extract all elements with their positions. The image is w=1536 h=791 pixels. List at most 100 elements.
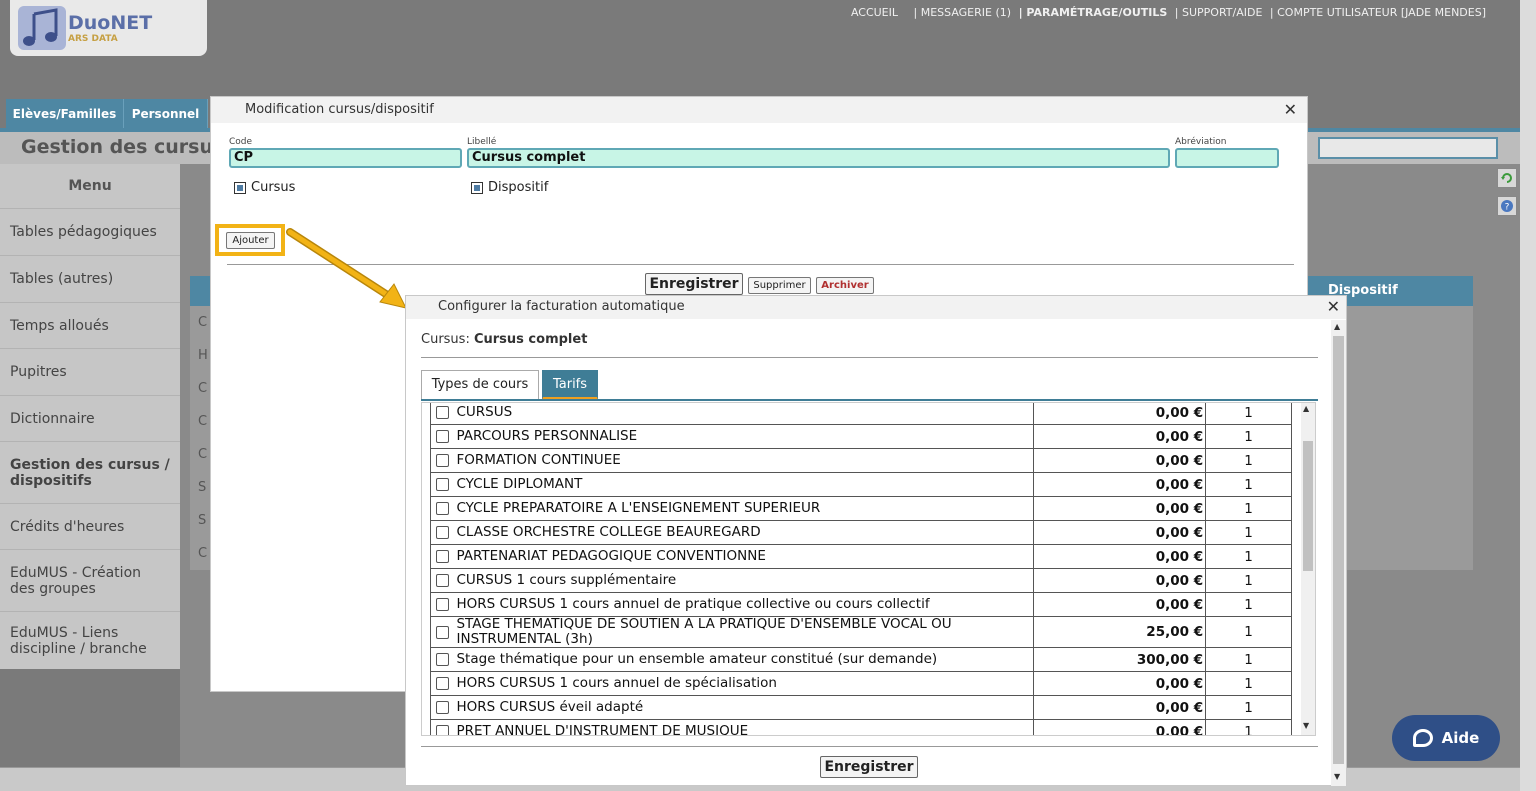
nav-messagerie[interactable]: | MESSAGERIE (1) bbox=[914, 6, 1012, 19]
libelle-field[interactable]: Cursus complet bbox=[467, 148, 1170, 168]
row-checkbox-cell bbox=[430, 568, 455, 593]
row-quantity: 1 bbox=[1205, 520, 1292, 545]
help-chat-label: Aide bbox=[1441, 729, 1480, 747]
row-quantity: 1 bbox=[1205, 695, 1292, 720]
facturation-dialog: Configurer la facturation automatique ✕ … bbox=[405, 295, 1347, 786]
sidebar-item-credits-heures[interactable]: Crédits d'heures bbox=[0, 503, 180, 549]
tarif-row[interactable]: HORS CURSUS 1 cours annuel de spécialisa… bbox=[430, 671, 1292, 696]
logo[interactable]: DuoNET ARS DATA bbox=[10, 0, 207, 56]
grid-scrollbar[interactable]: ▲ ▼ bbox=[1301, 403, 1315, 735]
sidebar-item-tables-pedagogiques[interactable]: Tables pédagogiques bbox=[0, 208, 180, 255]
row-checkbox[interactable] bbox=[436, 653, 450, 666]
scroll-up-icon[interactable]: ▲ bbox=[1303, 404, 1309, 413]
cursus-checkbox-label: Cursus bbox=[251, 180, 296, 195]
tarif-row[interactable]: HORS CURSUS 1 cours annuel de pratique c… bbox=[430, 592, 1292, 617]
code-field[interactable]: CP bbox=[229, 148, 462, 168]
close-icon[interactable]: ✕ bbox=[1327, 297, 1340, 316]
tarif-row[interactable]: FORMATION CONTINUEE 0,00 €1 bbox=[430, 448, 1292, 473]
tab-tarifs[interactable]: Tarifs bbox=[542, 370, 598, 400]
cursus-checkbox[interactable] bbox=[234, 181, 246, 194]
sidebar-item-tables-autres[interactable]: Tables (autres) bbox=[0, 255, 180, 302]
scroll-up-icon[interactable]: ▲ bbox=[1334, 322, 1340, 331]
row-checkbox[interactable] bbox=[436, 701, 450, 714]
tab-eleves-familles[interactable]: Elèves/Familles bbox=[6, 99, 124, 129]
delete-button[interactable]: Supprimer bbox=[748, 277, 811, 294]
row-checkbox[interactable] bbox=[436, 677, 450, 690]
add-button[interactable]: Ajouter bbox=[226, 232, 275, 249]
cursus-info-label: Cursus bbox=[421, 332, 466, 347]
row-checkbox[interactable] bbox=[436, 625, 450, 639]
sidebar-item-pupitres[interactable]: Pupitres bbox=[0, 348, 180, 395]
dispositif-checkbox-line[interactable]: Dispositif bbox=[471, 180, 548, 195]
row-label: PRET ANNUEL D'INSTRUMENT DE MUSIQUE bbox=[454, 719, 1035, 735]
page-scrollbar[interactable] bbox=[1520, 0, 1536, 791]
nav-support[interactable]: | SUPPORT/AIDE bbox=[1175, 6, 1263, 19]
row-price: 0,00 € bbox=[1033, 695, 1207, 720]
tarif-row[interactable]: CURSUS 1 cours supplémentaire 0,00 €1 bbox=[430, 568, 1292, 593]
row-checkbox[interactable] bbox=[436, 430, 450, 443]
nav-accueil[interactable]: ACCUEIL bbox=[851, 6, 898, 19]
row-checkbox[interactable] bbox=[436, 550, 450, 563]
row-quantity: 1 bbox=[1205, 647, 1292, 672]
tab-personnel[interactable]: Personnel bbox=[124, 99, 208, 129]
archive-button[interactable]: Archiver bbox=[816, 277, 874, 294]
row-price: 0,00 € bbox=[1033, 403, 1207, 425]
grid-scroll-thumb[interactable] bbox=[1303, 441, 1313, 571]
refresh-icon[interactable] bbox=[1497, 168, 1517, 188]
logo-title: DuoNET bbox=[68, 12, 153, 34]
help-chat-button[interactable]: Aide bbox=[1392, 715, 1500, 761]
dialog2-title: Configurer la facturation automatique bbox=[406, 296, 1346, 319]
tarif-row[interactable]: PARTENARIAT PEDAGOGIQUE CONVENTIONNE 0,00… bbox=[430, 544, 1292, 569]
row-checkbox[interactable] bbox=[436, 454, 450, 467]
row-checkbox[interactable] bbox=[436, 526, 450, 539]
help-icon[interactable]: ? bbox=[1497, 196, 1517, 216]
row-checkbox[interactable] bbox=[436, 478, 450, 491]
tarif-row[interactable]: CURSUS 0,00 €1 bbox=[430, 403, 1292, 425]
row-price: 0,00 € bbox=[1033, 568, 1207, 593]
tarif-row[interactable]: Stage thématique pour un ensemble amateu… bbox=[430, 647, 1292, 672]
filter-input[interactable] bbox=[1318, 137, 1498, 159]
abreviation-field[interactable] bbox=[1175, 148, 1279, 168]
close-icon[interactable]: ✕ bbox=[1284, 100, 1297, 119]
nav-parametrage[interactable]: | PARAMÉTRAGE/OUTILS bbox=[1019, 6, 1168, 19]
row-label: CURSUS 1 cours supplémentaire bbox=[454, 568, 1035, 593]
row-checkbox-cell bbox=[430, 695, 455, 720]
row-checkbox[interactable] bbox=[436, 574, 450, 587]
row-price: 0,00 € bbox=[1033, 592, 1207, 617]
save-button[interactable]: Enregistrer bbox=[645, 273, 743, 295]
row-label: CYCLE PREPARATOIRE A L'ENSEIGNEMENT SUPE… bbox=[454, 496, 1035, 521]
sidebar-item-temps-alloues[interactable]: Temps alloués bbox=[0, 302, 180, 348]
dialog2-scroll-thumb[interactable] bbox=[1333, 336, 1344, 764]
row-checkbox[interactable] bbox=[436, 725, 450, 735]
tarif-row[interactable]: PARCOURS PERSONNALISE 0,00 €1 bbox=[430, 424, 1292, 449]
save-tarifs-button[interactable]: Enregistrer bbox=[820, 756, 918, 778]
tarif-row[interactable]: STAGE THEMATIQUE DE SOUTIEN A LA PRATIQU… bbox=[430, 616, 1292, 648]
sidebar-item-gestion-cursus[interactable]: Gestion des cursus / dispositifs bbox=[0, 441, 180, 503]
sidebar-item-dictionnaire[interactable]: Dictionnaire bbox=[0, 395, 180, 441]
tarif-row[interactable]: CYCLE PREPARATOIRE A L'ENSEIGNEMENT SUPE… bbox=[430, 496, 1292, 521]
tarif-row[interactable]: PRET ANNUEL D'INSTRUMENT DE MUSIQUE 0,00 … bbox=[430, 719, 1292, 735]
row-label: CLASSE ORCHESTRE COLLEGE BEAUREGARD bbox=[454, 520, 1035, 545]
svg-text:?: ? bbox=[1505, 203, 1510, 213]
code-label: Code bbox=[229, 137, 253, 147]
scroll-down-icon[interactable]: ▼ bbox=[1334, 772, 1340, 781]
tab-types-de-cours[interactable]: Types de cours bbox=[421, 370, 539, 400]
nav-compte[interactable]: | COMPTE UTILISATEUR [JADE MENDES] bbox=[1270, 6, 1486, 19]
sidebar-item-edumus-liens[interactable]: EduMUS - Liens discipline / branche bbox=[0, 611, 180, 669]
dispositif-checkbox[interactable] bbox=[471, 181, 483, 194]
tarif-row[interactable]: CLASSE ORCHESTRE COLLEGE BEAUREGARD 0,00 … bbox=[430, 520, 1292, 545]
scroll-down-icon[interactable]: ▼ bbox=[1303, 721, 1309, 730]
row-checkbox[interactable] bbox=[436, 406, 450, 419]
dispositif-checkbox-label: Dispositif bbox=[488, 180, 549, 195]
sidebar-item-edumus-groupes[interactable]: EduMUS - Création des groupes bbox=[0, 549, 180, 611]
cursus-checkbox-line[interactable]: Cursus bbox=[234, 180, 295, 195]
dialog1-title: Modification cursus/dispositif bbox=[211, 97, 1307, 123]
tarif-row[interactable]: CYCLE DIPLOMANT 0,00 €1 bbox=[430, 472, 1292, 497]
row-checkbox[interactable] bbox=[436, 598, 450, 611]
dialog2-scrollbar[interactable]: ▲ ▼ bbox=[1331, 320, 1346, 786]
row-quantity: 1 bbox=[1205, 671, 1292, 696]
row-price: 0,00 € bbox=[1033, 496, 1207, 521]
row-checkbox[interactable] bbox=[436, 502, 450, 515]
tarif-row[interactable]: HORS CURSUS éveil adapté 0,00 €1 bbox=[430, 695, 1292, 720]
row-quantity: 1 bbox=[1205, 592, 1292, 617]
